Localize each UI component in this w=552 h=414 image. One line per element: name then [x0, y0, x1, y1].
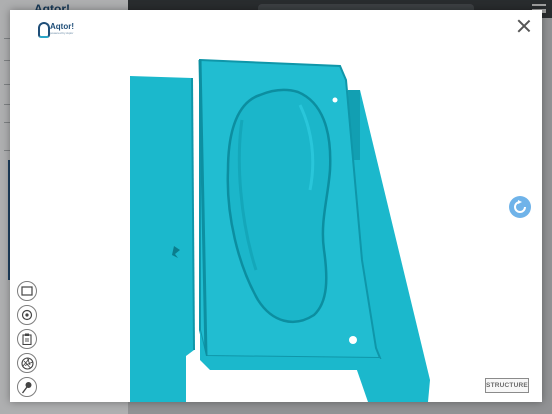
scan-slab-left — [130, 76, 194, 402]
target-tool-button[interactable] — [17, 305, 37, 325]
brand-logo: Aqtor! powered by Aqtor — [38, 22, 74, 38]
pin-icon — [21, 381, 32, 393]
scan-viewer-modal: Aqtor! powered by Aqtor STRUCTURE — [10, 10, 542, 402]
crop-frame-icon — [21, 286, 33, 296]
brand-name: Aqtor! — [50, 22, 74, 31]
structure-sensor-badge: STRUCTURE — [485, 378, 529, 393]
brand-mark-icon — [38, 22, 50, 38]
scan-hole — [349, 336, 357, 344]
crop-frame-tool-button[interactable] — [17, 281, 37, 301]
close-icon[interactable] — [516, 18, 532, 34]
pin-tool-button[interactable] — [17, 377, 37, 397]
foot-scan-3d-view[interactable] — [10, 10, 542, 402]
target-icon — [21, 309, 33, 321]
aperture-icon — [20, 356, 34, 370]
rotate-icon — [514, 200, 526, 213]
rotate-view-button[interactable] — [509, 196, 531, 218]
aperture-tool-button[interactable] — [17, 353, 37, 373]
brand-tagline: powered by Aqtor — [50, 31, 74, 35]
clipboard-tool-button[interactable] — [17, 329, 37, 349]
scan-hole — [332, 97, 338, 103]
clipboard-icon — [22, 333, 32, 345]
